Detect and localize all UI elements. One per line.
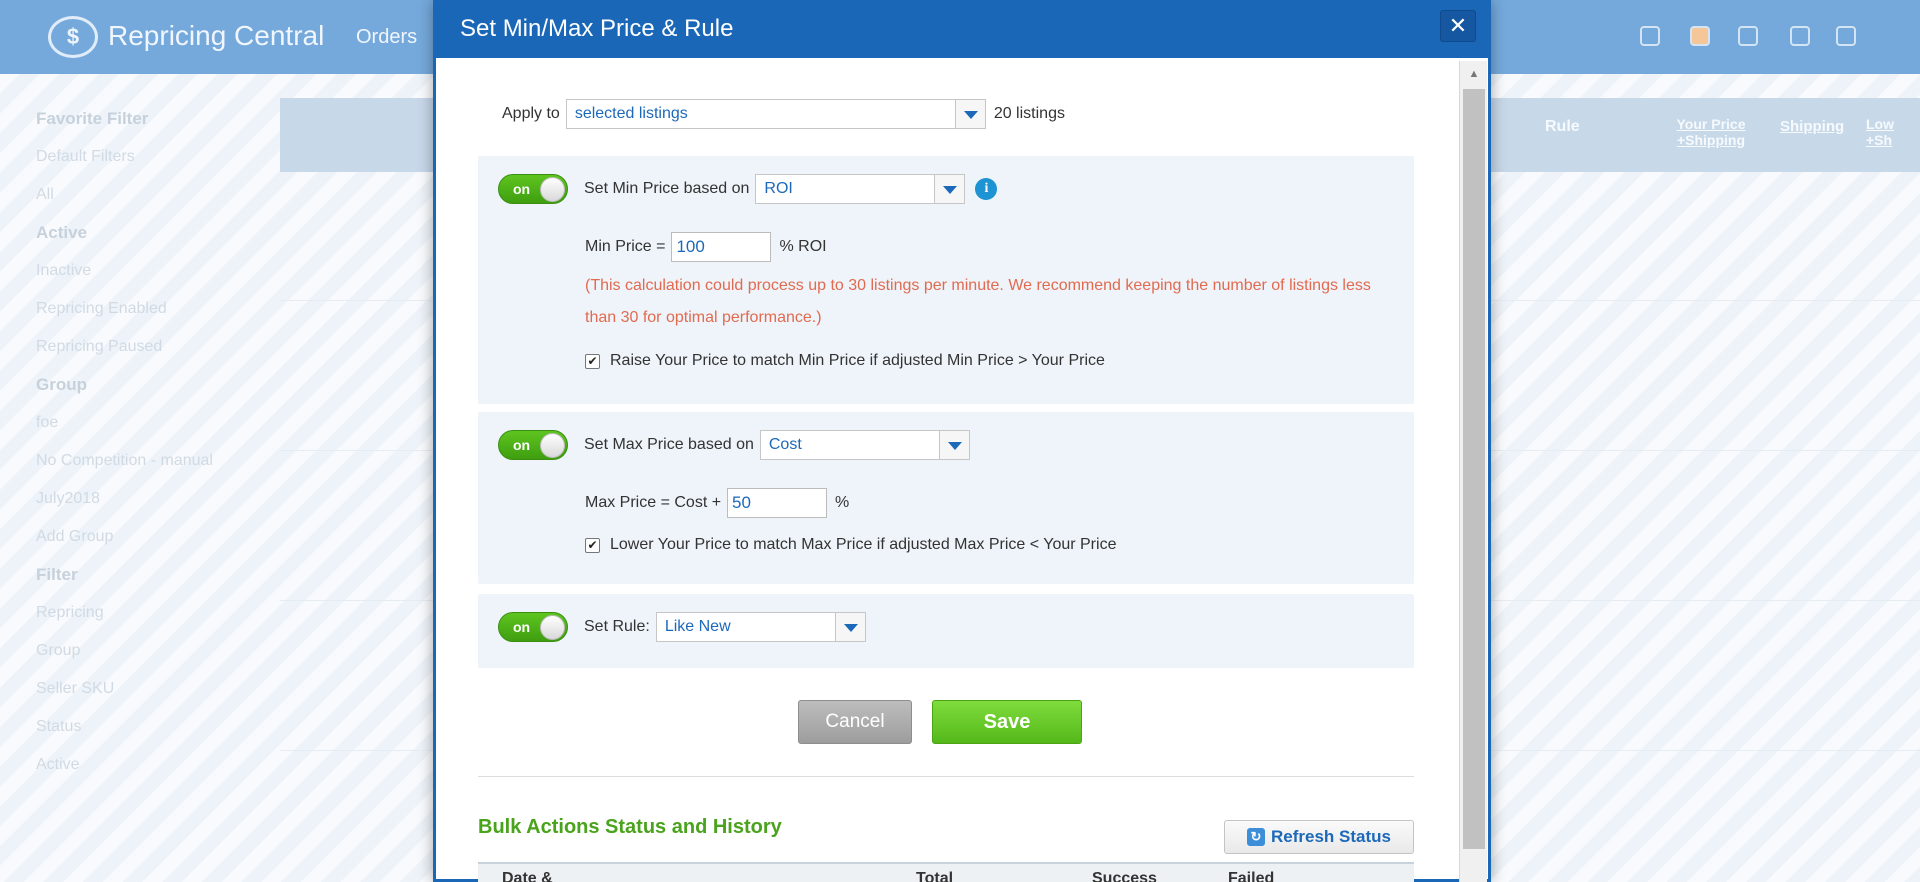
toggle-knob [540, 177, 565, 202]
raise-price-option[interactable]: ✔ Raise Your Price to match Min Price if… [585, 352, 1105, 370]
apply-to-label: Apply to [502, 105, 560, 122]
column-success[interactable]: Success [1092, 870, 1157, 882]
toggle-knob [540, 615, 565, 640]
apply-to-value: selected listings [574, 105, 688, 122]
toggle-on-label: on [513, 437, 531, 453]
toggle-on-label: on [513, 181, 531, 197]
min-price-toggle[interactable]: on [498, 174, 568, 204]
performance-warning: (This calculation could process up to 30… [585, 277, 1371, 326]
min-price-formula: Min Price = % ROI [585, 232, 827, 262]
column-date[interactable]: Date & [502, 870, 553, 882]
max-price-toggle[interactable]: on [498, 430, 568, 460]
toggle-knob [540, 433, 565, 458]
min-price-panel: on Set Min Price based on ROI i Min Pric… [478, 156, 1414, 404]
close-button[interactable]: ✕ [1440, 10, 1476, 42]
dialog-scrollbar[interactable]: ▲ [1459, 61, 1487, 882]
scroll-thumb[interactable] [1463, 89, 1485, 849]
refresh-icon: ↻ [1247, 828, 1265, 846]
lower-price-checkbox[interactable]: ✔ [585, 537, 600, 553]
min-max-price-dialog: Set Min/Max Price & Rule ✕ Apply to sele… [433, 0, 1491, 882]
dialog-title: Set Min/Max Price & Rule [460, 15, 734, 42]
refresh-status-button[interactable]: ↻ Refresh Status [1224, 820, 1414, 854]
apply-to-row: Apply to selected listings 20 listings [502, 99, 1065, 129]
lower-price-label: Lower Your Price to match Max Price if a… [610, 536, 1117, 553]
max-price-basis-select[interactable]: Cost [759, 430, 970, 460]
max-price-label: Set Max Price based on [584, 436, 754, 453]
lower-price-option[interactable]: ✔ Lower Your Price to match Max Price if… [585, 536, 1116, 554]
max-price-formula-suffix: % [835, 494, 850, 511]
column-failed[interactable]: Failed [1228, 870, 1274, 882]
dialog-header: Set Min/Max Price & Rule ✕ [436, 0, 1488, 58]
min-price-row: on Set Min Price based on ROI i [498, 174, 998, 204]
min-price-basis-value: ROI [764, 180, 793, 197]
close-icon: ✕ [1448, 13, 1468, 38]
min-price-formula-prefix: Min Price = [585, 238, 666, 255]
max-price-input[interactable] [727, 488, 828, 518]
rule-label: Set Rule: [584, 618, 650, 635]
min-price-basis-select[interactable]: ROI [755, 174, 966, 204]
raise-price-label: Raise Your Price to match Min Price if a… [610, 352, 1105, 369]
max-price-panel: on Set Max Price based on Cost Max Price… [478, 412, 1414, 584]
rule-value: Like New [664, 618, 731, 635]
min-price-formula-suffix: % ROI [779, 238, 827, 255]
max-price-basis-value: Cost [768, 436, 802, 453]
cancel-button[interactable]: Cancel [798, 700, 912, 744]
rule-row: on Set Rule: Like New [498, 612, 866, 642]
rule-toggle[interactable]: on [498, 612, 568, 642]
raise-price-checkbox[interactable]: ✔ [585, 353, 600, 369]
history-title: Bulk Actions Status and History [478, 816, 782, 838]
info-icon[interactable]: i [975, 178, 998, 200]
max-price-formula: Max Price = Cost + % [585, 488, 849, 518]
apply-to-select[interactable]: selected listings [565, 99, 986, 129]
column-total[interactable]: Total [916, 870, 953, 882]
min-price-input[interactable] [671, 232, 772, 262]
toggle-on-label: on [513, 619, 531, 635]
chevron-down-icon [954, 100, 985, 128]
chevron-down-icon [834, 613, 865, 641]
listing-count: 20 listings [993, 105, 1065, 122]
refresh-status-label: Refresh Status [1271, 827, 1391, 846]
scroll-up-icon[interactable]: ▲ [1460, 61, 1488, 87]
max-price-formula-prefix: Max Price = Cost + [585, 494, 722, 511]
section-divider [478, 776, 1414, 777]
dialog-body: Apply to selected listings 20 listings o… [436, 58, 1458, 882]
chevron-down-icon [938, 431, 969, 459]
chevron-down-icon [934, 175, 965, 203]
rule-select[interactable]: Like New [655, 612, 866, 642]
save-button[interactable]: Save [932, 700, 1082, 744]
max-price-row: on Set Max Price based on Cost [498, 430, 970, 460]
history-table-header: Date & Total Success Failed [478, 862, 1414, 882]
min-price-label: Set Min Price based on [584, 180, 750, 197]
rule-panel: on Set Rule: Like New [478, 594, 1414, 668]
